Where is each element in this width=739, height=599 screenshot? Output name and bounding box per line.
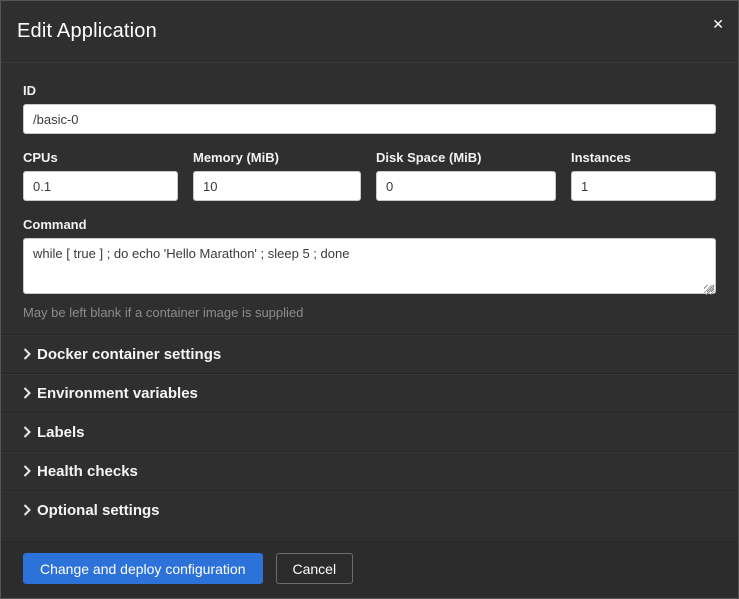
section-label: Docker container settings <box>37 346 221 363</box>
section-label: Labels <box>37 424 85 441</box>
instances-input[interactable] <box>571 171 716 201</box>
section-docker-container-settings[interactable]: Docker container settings <box>1 334 738 373</box>
modal-body: ID CPUs Memory (MiB) Disk Space (MiB) In… <box>1 63 738 334</box>
memory-field-group: Memory (MiB) <box>193 150 361 201</box>
close-icon[interactable]: ✕ <box>712 17 724 31</box>
cancel-button[interactable]: Cancel <box>276 553 354 584</box>
command-input[interactable]: while [ true ] ; do echo 'Hello Marathon… <box>23 238 716 294</box>
disk-field-group: Disk Space (MiB) <box>376 150 556 201</box>
id-field-group: ID <box>23 83 716 134</box>
chevron-right-icon <box>23 426 37 438</box>
section-label: Optional settings <box>37 502 160 519</box>
section-label: Health checks <box>37 463 138 480</box>
memory-input[interactable] <box>193 171 361 201</box>
id-input[interactable] <box>23 104 716 134</box>
edit-application-modal: Edit Application ✕ ID CPUs Memory (MiB) … <box>0 0 739 599</box>
instances-field-group: Instances <box>571 150 716 201</box>
disk-label: Disk Space (MiB) <box>376 150 556 165</box>
section-health-checks[interactable]: Health checks <box>1 451 738 490</box>
change-and-deploy-button[interactable]: Change and deploy configuration <box>23 553 263 584</box>
section-environment-variables[interactable]: Environment variables <box>1 373 738 412</box>
instances-label: Instances <box>571 150 716 165</box>
id-label: ID <box>23 83 716 98</box>
command-textarea-wrap: while [ true ] ; do echo 'Hello Marathon… <box>23 238 716 299</box>
command-label: Command <box>23 217 716 232</box>
memory-label: Memory (MiB) <box>193 150 361 165</box>
modal-header: Edit Application ✕ <box>1 1 738 63</box>
page-title: Edit Application <box>17 20 157 43</box>
cpus-label: CPUs <box>23 150 178 165</box>
command-field-group: Command while [ true ] ; do echo 'Hello … <box>23 217 716 320</box>
collapsible-sections: Docker container settings Environment va… <box>1 334 738 529</box>
chevron-right-icon <box>23 504 37 516</box>
modal-footer: Change and deploy configuration Cancel <box>1 538 738 598</box>
resources-row: CPUs Memory (MiB) Disk Space (MiB) Insta… <box>23 150 716 201</box>
cpus-field-group: CPUs <box>23 150 178 201</box>
section-labels[interactable]: Labels <box>1 412 738 451</box>
chevron-right-icon <box>23 465 37 477</box>
cpus-input[interactable] <box>23 171 178 201</box>
chevron-right-icon <box>23 387 37 399</box>
disk-input[interactable] <box>376 171 556 201</box>
chevron-right-icon <box>23 348 37 360</box>
section-optional-settings[interactable]: Optional settings <box>1 490 738 529</box>
command-help-text: May be left blank if a container image i… <box>23 305 716 320</box>
section-label: Environment variables <box>37 385 198 402</box>
